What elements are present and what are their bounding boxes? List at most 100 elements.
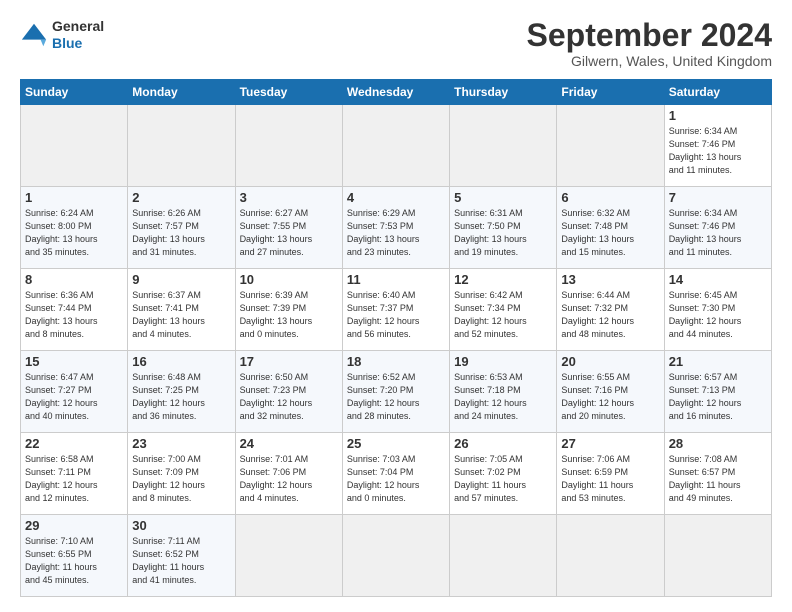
col-header-thursday: Thursday: [450, 80, 557, 105]
day-number: 27: [561, 436, 659, 451]
location: Gilwern, Wales, United Kingdom: [527, 53, 772, 69]
day-number: 11: [347, 272, 445, 287]
logo: General Blue: [20, 18, 104, 52]
day-cell: 6Sunrise: 6:32 AM Sunset: 7:48 PM Daylig…: [557, 187, 664, 269]
day-cell: 26 Sunrise: 7:05 AM Sunset: 7:02 PM Dayli…: [450, 433, 557, 515]
day-info: Sunrise: 7:08 AM Sunset: 6:57 PM Dayligh…: [669, 453, 767, 505]
day-cell: 25 Sunrise: 7:03 AM Sunset: 7:04 PM Dayli…: [342, 433, 449, 515]
day-info: Sunrise: 6:52 AM Sunset: 7:20 PM Dayligh…: [347, 371, 445, 423]
day-number: 22: [25, 436, 123, 451]
day-cell: 1Sunrise: 6:24 AM Sunset: 8:00 PM Daylig…: [21, 187, 128, 269]
day-cell: [235, 105, 342, 187]
week-row-1: 1Sunrise: 6:24 AM Sunset: 8:00 PM Daylig…: [21, 187, 772, 269]
day-cell: [557, 515, 664, 597]
day-info: Sunrise: 6:39 AM Sunset: 7:39 PM Dayligh…: [240, 289, 338, 341]
day-cell: [235, 515, 342, 597]
day-number: 21: [669, 354, 767, 369]
day-number: 16: [132, 354, 230, 369]
day-cell: [450, 105, 557, 187]
header-row: SundayMondayTuesdayWednesdayThursdayFrid…: [21, 80, 772, 105]
day-cell: 7 Sunrise: 6:34 AM Sunset: 7:46 PM Daylig…: [664, 187, 771, 269]
day-cell: [128, 105, 235, 187]
day-cell: 23 Sunrise: 7:00 AM Sunset: 7:09 PM Dayli…: [128, 433, 235, 515]
day-info: Sunrise: 6:48 AM Sunset: 7:25 PM Dayligh…: [132, 371, 230, 423]
day-cell: 12 Sunrise: 6:42 AM Sunset: 7:34 PM Dayli…: [450, 269, 557, 351]
day-number: 9: [132, 272, 230, 287]
day-cell: 4Sunrise: 6:29 AM Sunset: 7:53 PM Daylig…: [342, 187, 449, 269]
day-info: Sunrise: 6:27 AM Sunset: 7:55 PM Dayligh…: [240, 207, 338, 259]
day-cell: 17 Sunrise: 6:50 AM Sunset: 7:23 PM Dayli…: [235, 351, 342, 433]
day-number: 7: [669, 190, 767, 205]
day-number: 20: [561, 354, 659, 369]
day-cell: 24 Sunrise: 7:01 AM Sunset: 7:06 PM Dayli…: [235, 433, 342, 515]
day-number: 26: [454, 436, 552, 451]
month-title: September 2024: [527, 18, 772, 53]
day-cell: 8Sunrise: 6:36 AM Sunset: 7:44 PM Daylig…: [21, 269, 128, 351]
day-cell: 19 Sunrise: 6:53 AM Sunset: 7:18 PM Dayli…: [450, 351, 557, 433]
day-number: 24: [240, 436, 338, 451]
logo-icon: [20, 21, 48, 49]
calendar-table: SundayMondayTuesdayWednesdayThursdayFrid…: [20, 79, 772, 597]
day-number: 13: [561, 272, 659, 287]
col-header-wednesday: Wednesday: [342, 80, 449, 105]
day-number: 14: [669, 272, 767, 287]
day-info: Sunrise: 6:53 AM Sunset: 7:18 PM Dayligh…: [454, 371, 552, 423]
day-info: Sunrise: 6:45 AM Sunset: 7:30 PM Dayligh…: [669, 289, 767, 341]
title-block: September 2024 Gilwern, Wales, United Ki…: [527, 18, 772, 69]
day-info: Sunrise: 7:05 AM Sunset: 7:02 PM Dayligh…: [454, 453, 552, 505]
day-number: 3: [240, 190, 338, 205]
day-info: Sunrise: 6:24 AM Sunset: 8:00 PM Dayligh…: [25, 207, 123, 259]
day-info: Sunrise: 6:57 AM Sunset: 7:13 PM Dayligh…: [669, 371, 767, 423]
day-info: Sunrise: 6:31 AM Sunset: 7:50 PM Dayligh…: [454, 207, 552, 259]
day-info: Sunrise: 7:01 AM Sunset: 7:06 PM Dayligh…: [240, 453, 338, 505]
day-cell: 14 Sunrise: 6:45 AM Sunset: 7:30 PM Dayli…: [664, 269, 771, 351]
day-cell: 22Sunrise: 6:58 AM Sunset: 7:11 PM Dayli…: [21, 433, 128, 515]
day-info: Sunrise: 6:34 AM Sunset: 7:46 PM Dayligh…: [669, 125, 767, 177]
day-cell: [557, 105, 664, 187]
header: General Blue September 2024 Gilwern, Wal…: [20, 18, 772, 69]
day-info: Sunrise: 6:50 AM Sunset: 7:23 PM Dayligh…: [240, 371, 338, 423]
day-info: Sunrise: 6:37 AM Sunset: 7:41 PM Dayligh…: [132, 289, 230, 341]
week-row-2: 8Sunrise: 6:36 AM Sunset: 7:44 PM Daylig…: [21, 269, 772, 351]
day-number: 25: [347, 436, 445, 451]
day-cell: 21 Sunrise: 6:57 AM Sunset: 7:13 PM Dayli…: [664, 351, 771, 433]
day-cell: 18 Sunrise: 6:52 AM Sunset: 7:20 PM Dayli…: [342, 351, 449, 433]
day-cell: [342, 515, 449, 597]
day-cell: 29Sunrise: 7:10 AM Sunset: 6:55 PM Dayli…: [21, 515, 128, 597]
day-info: Sunrise: 7:00 AM Sunset: 7:09 PM Dayligh…: [132, 453, 230, 505]
col-header-saturday: Saturday: [664, 80, 771, 105]
day-cell: [21, 105, 128, 187]
day-cell: 28Sunrise: 7:08 AM Sunset: 6:57 PM Dayli…: [664, 433, 771, 515]
week-row-5: 29Sunrise: 7:10 AM Sunset: 6:55 PM Dayli…: [21, 515, 772, 597]
day-number: 2: [132, 190, 230, 205]
week-row-3: 15Sunrise: 6:47 AM Sunset: 7:27 PM Dayli…: [21, 351, 772, 433]
day-info: Sunrise: 6:34 AM Sunset: 7:46 PM Dayligh…: [669, 207, 767, 259]
week-row-4: 22Sunrise: 6:58 AM Sunset: 7:11 PM Dayli…: [21, 433, 772, 515]
day-number: 6: [561, 190, 659, 205]
day-cell: 27Sunrise: 7:06 AM Sunset: 6:59 PM Dayli…: [557, 433, 664, 515]
day-cell: [450, 515, 557, 597]
day-cell: [342, 105, 449, 187]
page: General Blue September 2024 Gilwern, Wal…: [0, 0, 792, 612]
day-number: 12: [454, 272, 552, 287]
day-info: Sunrise: 7:03 AM Sunset: 7:04 PM Dayligh…: [347, 453, 445, 505]
col-header-friday: Friday: [557, 80, 664, 105]
day-number: 29: [25, 518, 123, 533]
day-number: 19: [454, 354, 552, 369]
day-number: 23: [132, 436, 230, 451]
day-number: 17: [240, 354, 338, 369]
day-cell: 2Sunrise: 6:26 AM Sunset: 7:57 PM Daylig…: [128, 187, 235, 269]
day-info: Sunrise: 6:40 AM Sunset: 7:37 PM Dayligh…: [347, 289, 445, 341]
day-cell: 9 Sunrise: 6:37 AM Sunset: 7:41 PM Daylig…: [128, 269, 235, 351]
day-info: Sunrise: 6:47 AM Sunset: 7:27 PM Dayligh…: [25, 371, 123, 423]
day-info: Sunrise: 6:36 AM Sunset: 7:44 PM Dayligh…: [25, 289, 123, 341]
day-info: Sunrise: 6:42 AM Sunset: 7:34 PM Dayligh…: [454, 289, 552, 341]
day-number: 18: [347, 354, 445, 369]
day-cell: 16 Sunrise: 6:48 AM Sunset: 7:25 PM Dayli…: [128, 351, 235, 433]
day-cell: 20Sunrise: 6:55 AM Sunset: 7:16 PM Dayli…: [557, 351, 664, 433]
day-cell: 1 Sunrise: 6:34 AM Sunset: 7:46 PM Daylig…: [664, 105, 771, 187]
day-number: 30: [132, 518, 230, 533]
day-cell: [664, 515, 771, 597]
day-number: 1: [669, 108, 767, 123]
day-number: 4: [347, 190, 445, 205]
